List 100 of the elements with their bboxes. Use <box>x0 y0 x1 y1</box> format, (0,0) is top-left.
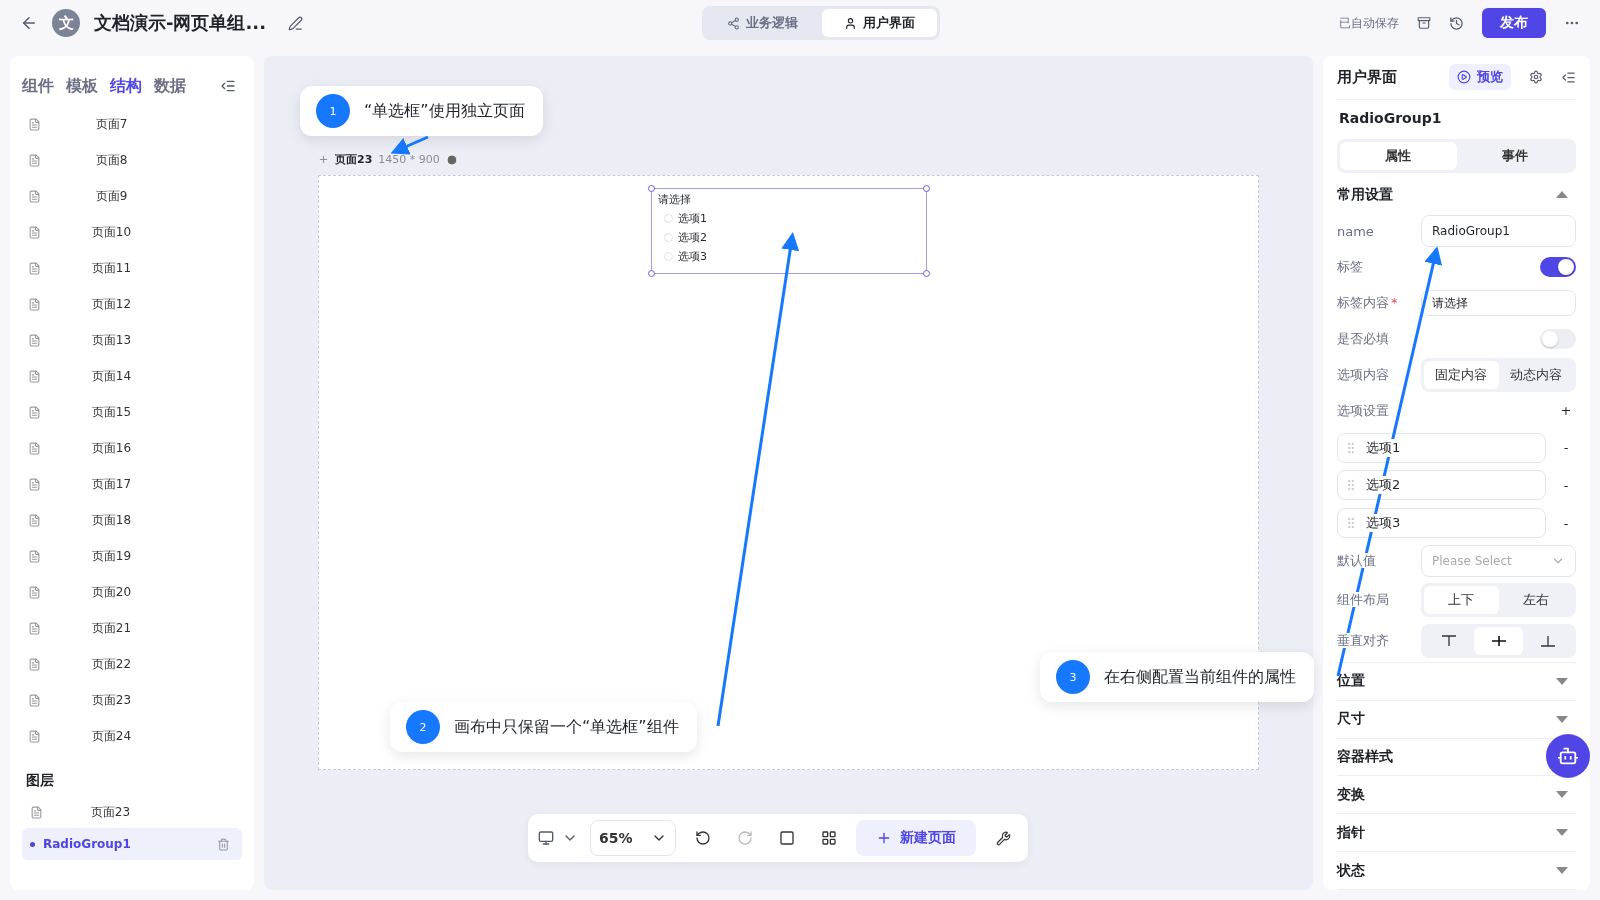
move-icon[interactable] <box>318 154 329 165</box>
page-icon <box>28 405 41 419</box>
panel-tab[interactable]: 结构 <box>110 75 142 97</box>
section-title[interactable]: 位置 <box>1337 672 1365 691</box>
page-item[interactable]: 页面7 <box>41 115 242 133</box>
label-content-field[interactable]: 请选择 <box>1421 290 1576 317</box>
add-option-button[interactable]: + <box>1556 403 1576 419</box>
page-item[interactable]: 页面21 <box>41 619 242 637</box>
caret-icon[interactable] <box>1556 829 1568 837</box>
panel-tab[interactable]: 数据 <box>154 75 186 97</box>
property-tab[interactable]: 事件 <box>1456 141 1573 170</box>
page-item[interactable]: 页面17 <box>41 475 242 493</box>
page-icon <box>28 153 41 167</box>
section-title[interactable]: 常用设置 <box>1337 185 1393 204</box>
bullet-icon <box>30 841 35 847</box>
page-item[interactable]: 页面19 <box>41 547 242 565</box>
page-icon <box>28 513 41 527</box>
panel-tab[interactable]: 组件 <box>22 75 54 97</box>
step-number: 2 <box>406 710 440 744</box>
section-title[interactable]: 变换 <box>1337 785 1365 804</box>
caret-icon[interactable] <box>1556 791 1568 799</box>
page-icon <box>28 261 41 275</box>
remove-option-button[interactable]: - <box>1556 478 1576 493</box>
page-item[interactable]: 页面12 <box>41 295 242 313</box>
page-icon <box>28 657 41 671</box>
segment-option[interactable]: 固定内容 <box>1424 360 1499 389</box>
page-item[interactable]: 页面18 <box>41 511 242 529</box>
plus-icon <box>876 830 892 846</box>
user-icon <box>844 16 857 30</box>
page-item[interactable]: 页面16 <box>41 439 242 457</box>
page-item[interactable]: 页面10 <box>41 223 242 241</box>
page-item[interactable]: 页面24 <box>41 727 242 745</box>
edit-button[interactable] <box>288 15 303 31</box>
section-title[interactable]: 尺寸 <box>1337 710 1365 729</box>
page-icon <box>28 441 41 455</box>
page-item[interactable]: 页面15 <box>41 403 242 421</box>
settings-icon[interactable] <box>1529 70 1543 85</box>
mode-tab[interactable]: 业务逻辑 <box>705 9 820 37</box>
align-button[interactable] <box>1473 626 1524 655</box>
page-item[interactable]: 页面23 <box>41 691 242 709</box>
page-icon <box>28 477 41 491</box>
page-icon <box>28 333 41 347</box>
segment-option[interactable]: 左右 <box>1498 586 1573 615</box>
page-item[interactable]: 页面8 <box>41 151 242 169</box>
section-title[interactable]: 状态 <box>1337 861 1365 880</box>
section-title[interactable]: 指针 <box>1337 823 1365 842</box>
page-name: 页面23 <box>335 152 373 167</box>
property-tab[interactable]: 属性 <box>1340 141 1457 170</box>
play-icon[interactable] <box>445 153 458 166</box>
share-icon <box>727 16 740 30</box>
preview-button[interactable]: 预览 <box>1449 64 1511 91</box>
monitor-icon <box>538 830 554 846</box>
page-item[interactable]: 页面13 <box>41 331 242 349</box>
back-button[interactable] <box>20 14 38 32</box>
collapse-icon[interactable] <box>220 78 236 94</box>
option-field[interactable]: 选项2 <box>1337 470 1546 501</box>
option-field[interactable]: 选项1 <box>1337 432 1546 463</box>
page-item[interactable]: 页面14 <box>41 367 242 385</box>
remove-option-button[interactable]: - <box>1556 515 1576 531</box>
caret-icon[interactable] <box>1556 191 1568 199</box>
page-item[interactable]: 页面9 <box>41 187 242 205</box>
name-field[interactable]: RadioGroup1 <box>1421 215 1576 248</box>
remove-option-button[interactable]: - <box>1556 440 1576 456</box>
align-middle-icon <box>1490 634 1507 647</box>
page-size: 1450 * 900 <box>378 153 440 166</box>
page-icon <box>28 549 41 563</box>
page-icon <box>28 225 41 239</box>
label-switch[interactable] <box>1540 257 1576 278</box>
panel-tab[interactable]: 模板 <box>66 75 98 97</box>
caret-icon[interactable] <box>1556 715 1568 723</box>
field-label: 组件布局 <box>1337 591 1390 610</box>
required-switch[interactable] <box>1540 329 1576 350</box>
zoom-select[interactable]: 65% <box>590 820 676 856</box>
align-top-icon <box>1440 634 1457 647</box>
segment-option[interactable]: 动态内容 <box>1498 360 1573 389</box>
section-title[interactable]: 容器样式 <box>1337 747 1393 766</box>
new-page-button[interactable]: 新建页面 <box>856 820 976 856</box>
callout-text: 在右侧配置当前组件的属性 <box>1104 666 1296 688</box>
save-status: 已自动保存 <box>1339 14 1399 32</box>
layer-item[interactable]: 页面23 <box>22 796 242 828</box>
page-item[interactable]: 页面22 <box>41 655 242 673</box>
layer-item[interactable]: RadioGroup1 <box>22 828 242 860</box>
option-field[interactable]: 选项3 <box>1337 508 1546 539</box>
history-icon[interactable] <box>1449 15 1464 31</box>
mode-tab[interactable]: 用户界面 <box>822 9 937 37</box>
callout-text: 画布中只保留一个“单选框”组件 <box>454 716 679 738</box>
field-label: 垂直对齐 <box>1337 631 1390 650</box>
archive-icon[interactable] <box>1417 16 1431 30</box>
radio-group[interactable]: 请选择 选项1 选项2 选项3 <box>651 188 927 274</box>
page-item[interactable]: 页面11 <box>41 259 242 277</box>
caret-icon[interactable] <box>1556 867 1568 875</box>
page-item[interactable]: 页面20 <box>41 583 242 601</box>
segment-option[interactable]: 上下 <box>1424 586 1499 615</box>
play-icon <box>1457 70 1471 85</box>
caret-icon[interactable] <box>1556 677 1568 685</box>
panel-title: 用户界面 <box>1337 67 1398 87</box>
radio-label: 选项2 <box>678 230 707 245</box>
publish-button[interactable]: 发布 <box>1482 8 1546 38</box>
collapse-icon[interactable] <box>1561 69 1576 85</box>
callout-text: “单选框”使用独立页面 <box>364 100 525 122</box>
